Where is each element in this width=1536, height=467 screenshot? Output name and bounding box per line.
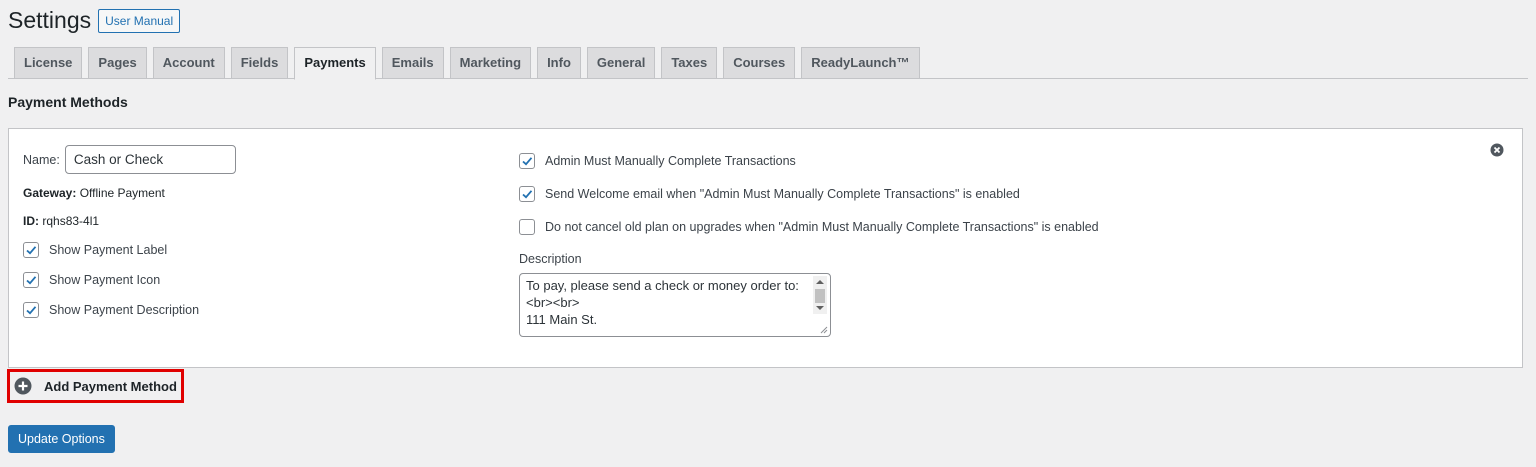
scroll-down-arrow-icon[interactable] <box>816 306 824 310</box>
no-cancel-checkbox[interactable] <box>519 219 535 235</box>
close-circle-icon[interactable] <box>1490 143 1504 157</box>
textarea-scrollbar[interactable] <box>813 276 827 314</box>
welcome-email-option[interactable]: Send Welcome email when "Admin Must Manu… <box>519 186 1419 202</box>
tab-readylaunch[interactable]: ReadyLaunch™ <box>801 47 920 78</box>
payment-method-right-column: Admin Must Manually Complete Transaction… <box>519 153 1419 337</box>
gateway-row: Gateway: Offline Payment <box>23 186 463 200</box>
show-payment-label-text: Show Payment Label <box>49 243 168 257</box>
admin-complete-checkbox[interactable] <box>519 153 535 169</box>
tab-license[interactable]: License <box>14 47 83 78</box>
plus-circle-icon <box>14 377 32 395</box>
show-payment-description-text: Show Payment Description <box>49 303 200 317</box>
admin-complete-option[interactable]: Admin Must Manually Complete Transaction… <box>519 153 1419 169</box>
tab-taxes[interactable]: Taxes <box>661 47 718 78</box>
no-cancel-option[interactable]: Do not cancel old plan on upgrades when … <box>519 219 1419 235</box>
welcome-email-checkbox[interactable] <box>519 186 535 202</box>
description-line-1: To pay, please send a check or money ord… <box>526 278 799 293</box>
checkmark-icon <box>522 157 533 166</box>
show-payment-icon-checkbox[interactable] <box>23 272 39 288</box>
admin-complete-text: Admin Must Manually Complete Transaction… <box>545 154 796 168</box>
checkmark-icon <box>26 246 37 255</box>
description-textarea[interactable]: To pay, please send a check or money ord… <box>519 273 831 337</box>
resize-handle-icon[interactable] <box>819 325 828 334</box>
section-title: Payment Methods <box>8 94 128 110</box>
id-row: ID: rqhs83-4l1 <box>23 214 463 228</box>
payment-method-left-column: Name: Cash or Check Gateway: Offline Pay… <box>23 145 463 318</box>
description-label: Description <box>519 252 582 266</box>
welcome-email-text: Send Welcome email when "Admin Must Manu… <box>545 187 1020 201</box>
add-payment-method-button[interactable]: Add Payment Method <box>7 369 184 403</box>
id-label: ID: <box>23 214 39 228</box>
update-options-button[interactable]: Update Options <box>8 425 115 453</box>
checkmark-icon <box>522 190 533 199</box>
checkmark-icon <box>26 276 37 285</box>
show-payment-icon-option[interactable]: Show Payment Icon <box>23 272 463 288</box>
id-value: rqhs83-4l1 <box>42 214 100 228</box>
no-cancel-text: Do not cancel old plan on upgrades when … <box>545 220 1099 234</box>
tab-account[interactable]: Account <box>152 47 225 78</box>
tab-general[interactable]: General <box>586 47 656 78</box>
name-label: Name: <box>23 152 60 167</box>
description-line-2: <br><br> <box>526 295 580 310</box>
tab-pages[interactable]: Pages <box>88 47 147 78</box>
page-title: Settings <box>8 7 92 33</box>
scroll-up-arrow-icon[interactable] <box>816 280 824 284</box>
user-manual-button[interactable]: User Manual <box>98 8 181 33</box>
description-line-3: 111 Main St. <box>526 312 598 327</box>
page-header: Settings User Manual <box>8 6 181 35</box>
gateway-label: Gateway: <box>23 186 77 200</box>
tab-info[interactable]: Info <box>537 47 581 78</box>
scroll-thumb[interactable] <box>815 289 825 303</box>
name-row: Name: Cash or Check <box>23 145 463 174</box>
checkmark-icon <box>26 306 37 315</box>
show-payment-icon-text: Show Payment Icon <box>49 273 161 287</box>
gateway-value: Offline Payment <box>79 186 165 200</box>
show-payment-description-checkbox[interactable] <box>23 302 39 318</box>
show-payment-label-option[interactable]: Show Payment Label <box>23 242 463 258</box>
tab-courses[interactable]: Courses <box>723 47 796 78</box>
add-payment-method-label: Add Payment Method <box>44 378 177 394</box>
tab-payments[interactable]: Payments <box>294 47 376 80</box>
show-payment-description-option[interactable]: Show Payment Description <box>23 302 463 318</box>
settings-tabs: License Pages Account Fields Payments Em… <box>8 44 1528 80</box>
tab-marketing[interactable]: Marketing <box>449 47 532 78</box>
name-input[interactable]: Cash or Check <box>64 145 236 174</box>
show-payment-label-checkbox[interactable] <box>23 242 39 258</box>
tab-fields[interactable]: Fields <box>230 47 289 78</box>
tab-emails[interactable]: Emails <box>381 47 444 78</box>
payment-method-panel: Name: Cash or Check Gateway: Offline Pay… <box>8 128 1523 368</box>
